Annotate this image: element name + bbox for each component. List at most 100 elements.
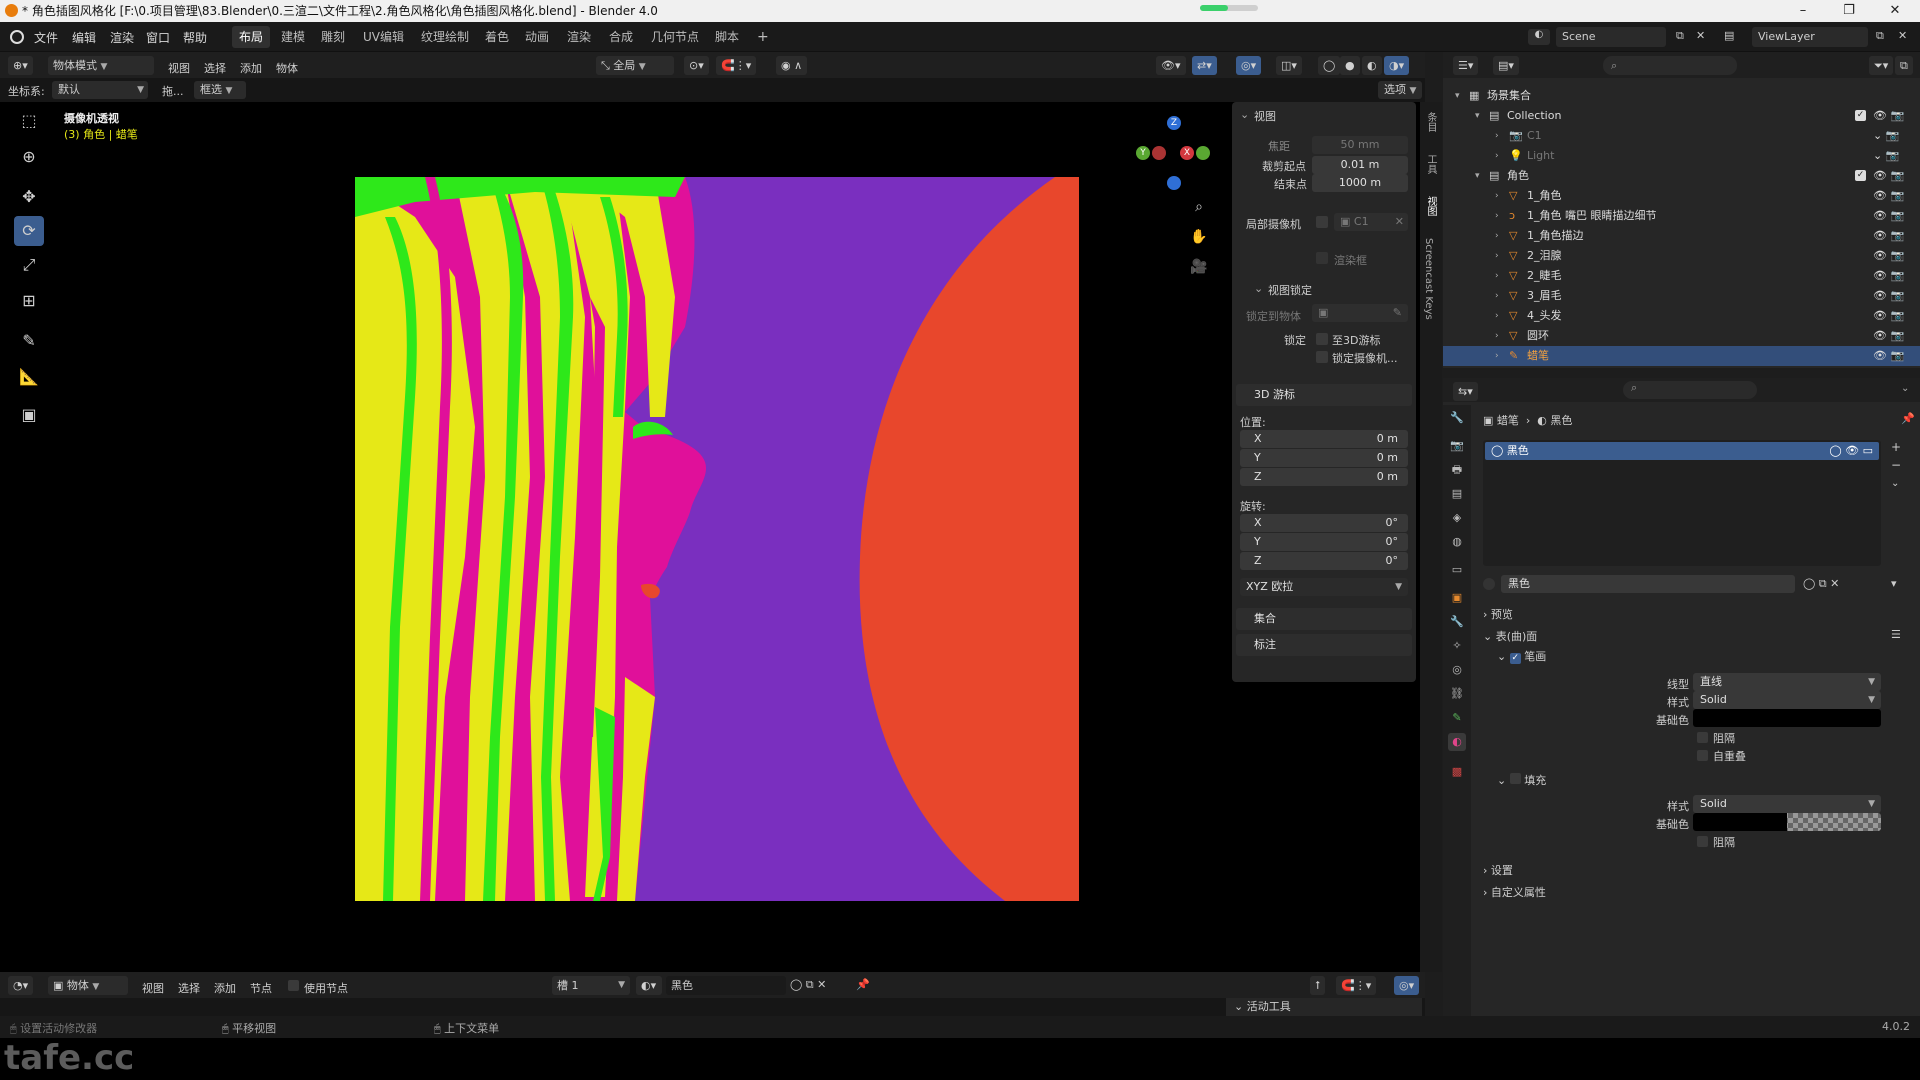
visibility-toggle-icon[interactable]: 👁 📷 bbox=[1873, 226, 1904, 246]
maximize-button[interactable]: ❐ bbox=[1826, 0, 1872, 22]
outliner-row[interactable]: ▾ ▦ 场景集合 bbox=[1443, 86, 1920, 106]
outliner-row[interactable]: › ▽ 4_头发 👁 📷 bbox=[1443, 306, 1920, 326]
gizmo-x-icon[interactable]: X bbox=[1180, 146, 1194, 160]
rotation-x-field[interactable]: X 0° bbox=[1240, 514, 1408, 532]
outliner-row[interactable]: ▾ ▤ Collection 👁 📷 ✓ bbox=[1443, 106, 1920, 126]
gizmo-z-icon[interactable]: Z bbox=[1167, 116, 1181, 130]
surface-section[interactable]: ⌄ 表(曲)面 bbox=[1483, 628, 1537, 644]
shader-menu-add[interactable]: 添加 bbox=[214, 980, 236, 996]
stroke-color-swatch[interactable] bbox=[1693, 709, 1881, 727]
collection-exclude-checkbox[interactable]: ✓ bbox=[1855, 170, 1866, 181]
outliner-row[interactable]: › ▽ 1_角色 👁 📷 bbox=[1443, 186, 1920, 206]
expand-chevron-icon[interactable]: ▾ bbox=[1455, 86, 1460, 106]
tab-layout[interactable]: 布局 bbox=[232, 26, 271, 48]
properties-editor-type-icon[interactable]: ⇆▾ bbox=[1453, 382, 1478, 401]
material-browse-icon[interactable]: ▾ bbox=[1891, 577, 1897, 590]
wireframe-shading-icon[interactable]: ◯ bbox=[1318, 56, 1341, 75]
close-button[interactable]: ✕ bbox=[1872, 0, 1918, 22]
visibility-toggle-icon[interactable]: 👁 📷 bbox=[1873, 206, 1904, 226]
custom-props-section[interactable]: › 自定义属性 bbox=[1483, 884, 1546, 900]
tool-tab-icon[interactable]: 🔧 bbox=[1448, 409, 1466, 427]
shader-material-actions-icon[interactable]: ◯ ⧉ ✕ bbox=[790, 978, 826, 992]
modifier-tab-icon[interactable]: 🔧 bbox=[1448, 613, 1466, 631]
rotation-z-field[interactable]: Z 0° bbox=[1240, 552, 1408, 570]
rotate-tool-icon[interactable]: ⟳ bbox=[14, 216, 44, 246]
effects-tab-icon[interactable]: ✧ bbox=[1448, 637, 1466, 655]
visibility-toggle-icon[interactable]: 👁 📷 bbox=[1873, 346, 1904, 366]
clip-start-field[interactable]: 0.01 m bbox=[1312, 156, 1408, 174]
expand-chevron-icon[interactable]: ▾ bbox=[1475, 106, 1480, 126]
outliner-row[interactable]: › ▽ 2_泪腺 👁 📷 bbox=[1443, 246, 1920, 266]
stroke-style-dropdown[interactable]: Solid ▼ bbox=[1693, 691, 1881, 709]
output-tab-icon[interactable]: 🖶 bbox=[1448, 461, 1466, 479]
fill-checkbox[interactable] bbox=[1509, 773, 1521, 784]
lock-camera-checkbox[interactable] bbox=[1316, 351, 1328, 363]
viewlayer-tab-icon[interactable]: ▤ bbox=[1448, 485, 1466, 503]
tab-screencast-keys[interactable]: Screencast Keys bbox=[1423, 238, 1434, 320]
tab-rendering[interactable]: 渲染 bbox=[560, 26, 598, 48]
render-region-checkbox[interactable] bbox=[1316, 252, 1328, 264]
select-box-tool-icon[interactable]: ⬚ bbox=[14, 106, 44, 136]
material-slot-item[interactable]: ◯ 黑色 ◯ 👁 ▭ bbox=[1485, 442, 1879, 460]
display-mode-icon[interactable]: ▤▾ bbox=[1493, 56, 1519, 75]
shader-menu-node[interactable]: 节点 bbox=[250, 980, 272, 996]
menu-help[interactable]: 帮助 bbox=[183, 29, 207, 46]
stroke-section[interactable]: ⌄ ✓ 笔画 bbox=[1497, 648, 1546, 664]
proportional-edit-icon[interactable]: ◉ ∧ bbox=[776, 56, 808, 75]
visibility-toggle-icon[interactable]: 👁 📷 bbox=[1873, 246, 1904, 266]
tab-modeling[interactable]: 建模 bbox=[274, 26, 312, 48]
material-tab-icon[interactable]: ◐ bbox=[1448, 733, 1466, 751]
preview-section[interactable]: › 预览 bbox=[1483, 606, 1513, 622]
render-tab-icon[interactable]: 📷 bbox=[1448, 437, 1466, 455]
new-scene-icon[interactable]: ⧉ bbox=[1676, 29, 1684, 43]
new-collection-icon[interactable]: ⧉ bbox=[1895, 56, 1913, 75]
outliner-row[interactable]: › ▽ 3_眉毛 👁 📷 bbox=[1443, 286, 1920, 306]
transform-tool-icon[interactable]: ⊞ bbox=[14, 286, 44, 316]
gizmo-neg-x-icon[interactable] bbox=[1152, 146, 1166, 160]
remove-slot-icon[interactable]: − bbox=[1891, 458, 1901, 472]
surface-list-icon[interactable]: ☰ bbox=[1891, 628, 1901, 641]
clip-end-field[interactable]: 1000 m bbox=[1312, 174, 1408, 192]
gizmo-y-icon[interactable]: Y bbox=[1136, 146, 1150, 160]
navigation-gizmo[interactable]: Z Y X bbox=[1130, 114, 1210, 194]
tab-tool[interactable]: 工具 bbox=[1423, 154, 1438, 174]
outliner-row[interactable]: › ✎ 蜡笔 👁 📷 bbox=[1443, 346, 1920, 366]
properties-search-input[interactable]: ⌕ bbox=[1623, 381, 1757, 399]
expand-chevron-icon[interactable]: › bbox=[1495, 246, 1499, 266]
material-actions-icon[interactable]: ◯ ⧉ ✕ bbox=[1803, 577, 1839, 591]
measure-tool-icon[interactable]: 📐 bbox=[14, 362, 44, 392]
material-slot-list[interactable]: ◯ 黑色 ◯ 👁 ▭ bbox=[1483, 440, 1881, 566]
constraint-tab-icon[interactable]: ⛓ bbox=[1448, 685, 1466, 703]
view-section-title[interactable]: 视图 bbox=[1254, 108, 1276, 124]
expand-chevron-icon[interactable]: › bbox=[1495, 326, 1499, 346]
outliner-row[interactable]: › 💡 Light ⌄ 📷 bbox=[1443, 146, 1920, 166]
new-viewlayer-icon[interactable]: ⧉ bbox=[1876, 29, 1884, 43]
visibility-toggle-icon[interactable]: 👁 📷 bbox=[1873, 306, 1904, 326]
outliner-row[interactable]: › 📷 C1 ⌄ 📷 bbox=[1443, 126, 1920, 146]
overlay-toggle-icon[interactable]: ◎▾ bbox=[1236, 56, 1262, 75]
node-snap-icon[interactable]: 🧲⋮▾ bbox=[1336, 976, 1377, 995]
tab-sculpt[interactable]: 雕刻 bbox=[314, 26, 352, 48]
visibility-toggle-icon[interactable]: 👁 📷 bbox=[1873, 186, 1904, 206]
expand-chevron-icon[interactable]: › bbox=[1495, 126, 1499, 146]
slot-menu-icon[interactable]: ⌄ bbox=[1891, 478, 1899, 489]
outliner-row[interactable]: › ▽ 2_睫毛 👁 📷 bbox=[1443, 266, 1920, 286]
menu-render[interactable]: 渲染 bbox=[110, 29, 134, 46]
outliner-row[interactable]: ▾ ▤ 角色 👁 📷 ✓ bbox=[1443, 166, 1920, 186]
object-tab-icon[interactable]: ▣ bbox=[1448, 589, 1466, 607]
viewlayer-icon[interactable]: ▤ bbox=[1724, 29, 1734, 42]
move-tool-icon[interactable]: ✥ bbox=[14, 182, 44, 212]
menu-edit[interactable]: 编辑 bbox=[72, 29, 96, 46]
expand-chevron-icon[interactable]: › bbox=[1495, 286, 1499, 306]
use-nodes-checkbox[interactable] bbox=[288, 980, 299, 991]
self-overlap-checkbox[interactable] bbox=[1697, 750, 1708, 761]
editor-type-icon[interactable]: ⊕▾ bbox=[8, 56, 33, 75]
shader-object-selector[interactable]: ▣ 物体 ▼ bbox=[48, 976, 128, 995]
cursor-tool-icon[interactable]: ⊕ bbox=[14, 142, 44, 172]
local-camera-field[interactable]: ▣ C1 ✕ bbox=[1334, 213, 1408, 231]
tab-scripting[interactable]: 脚本 bbox=[708, 26, 746, 48]
stroke-checkbox[interactable]: ✓ bbox=[1509, 653, 1521, 664]
outliner-editor-type-icon[interactable]: ☰▾ bbox=[1453, 56, 1479, 75]
expand-chevron-icon[interactable]: › bbox=[1495, 146, 1499, 166]
material-browse-icon-2[interactable]: ◐▾ bbox=[636, 976, 662, 995]
